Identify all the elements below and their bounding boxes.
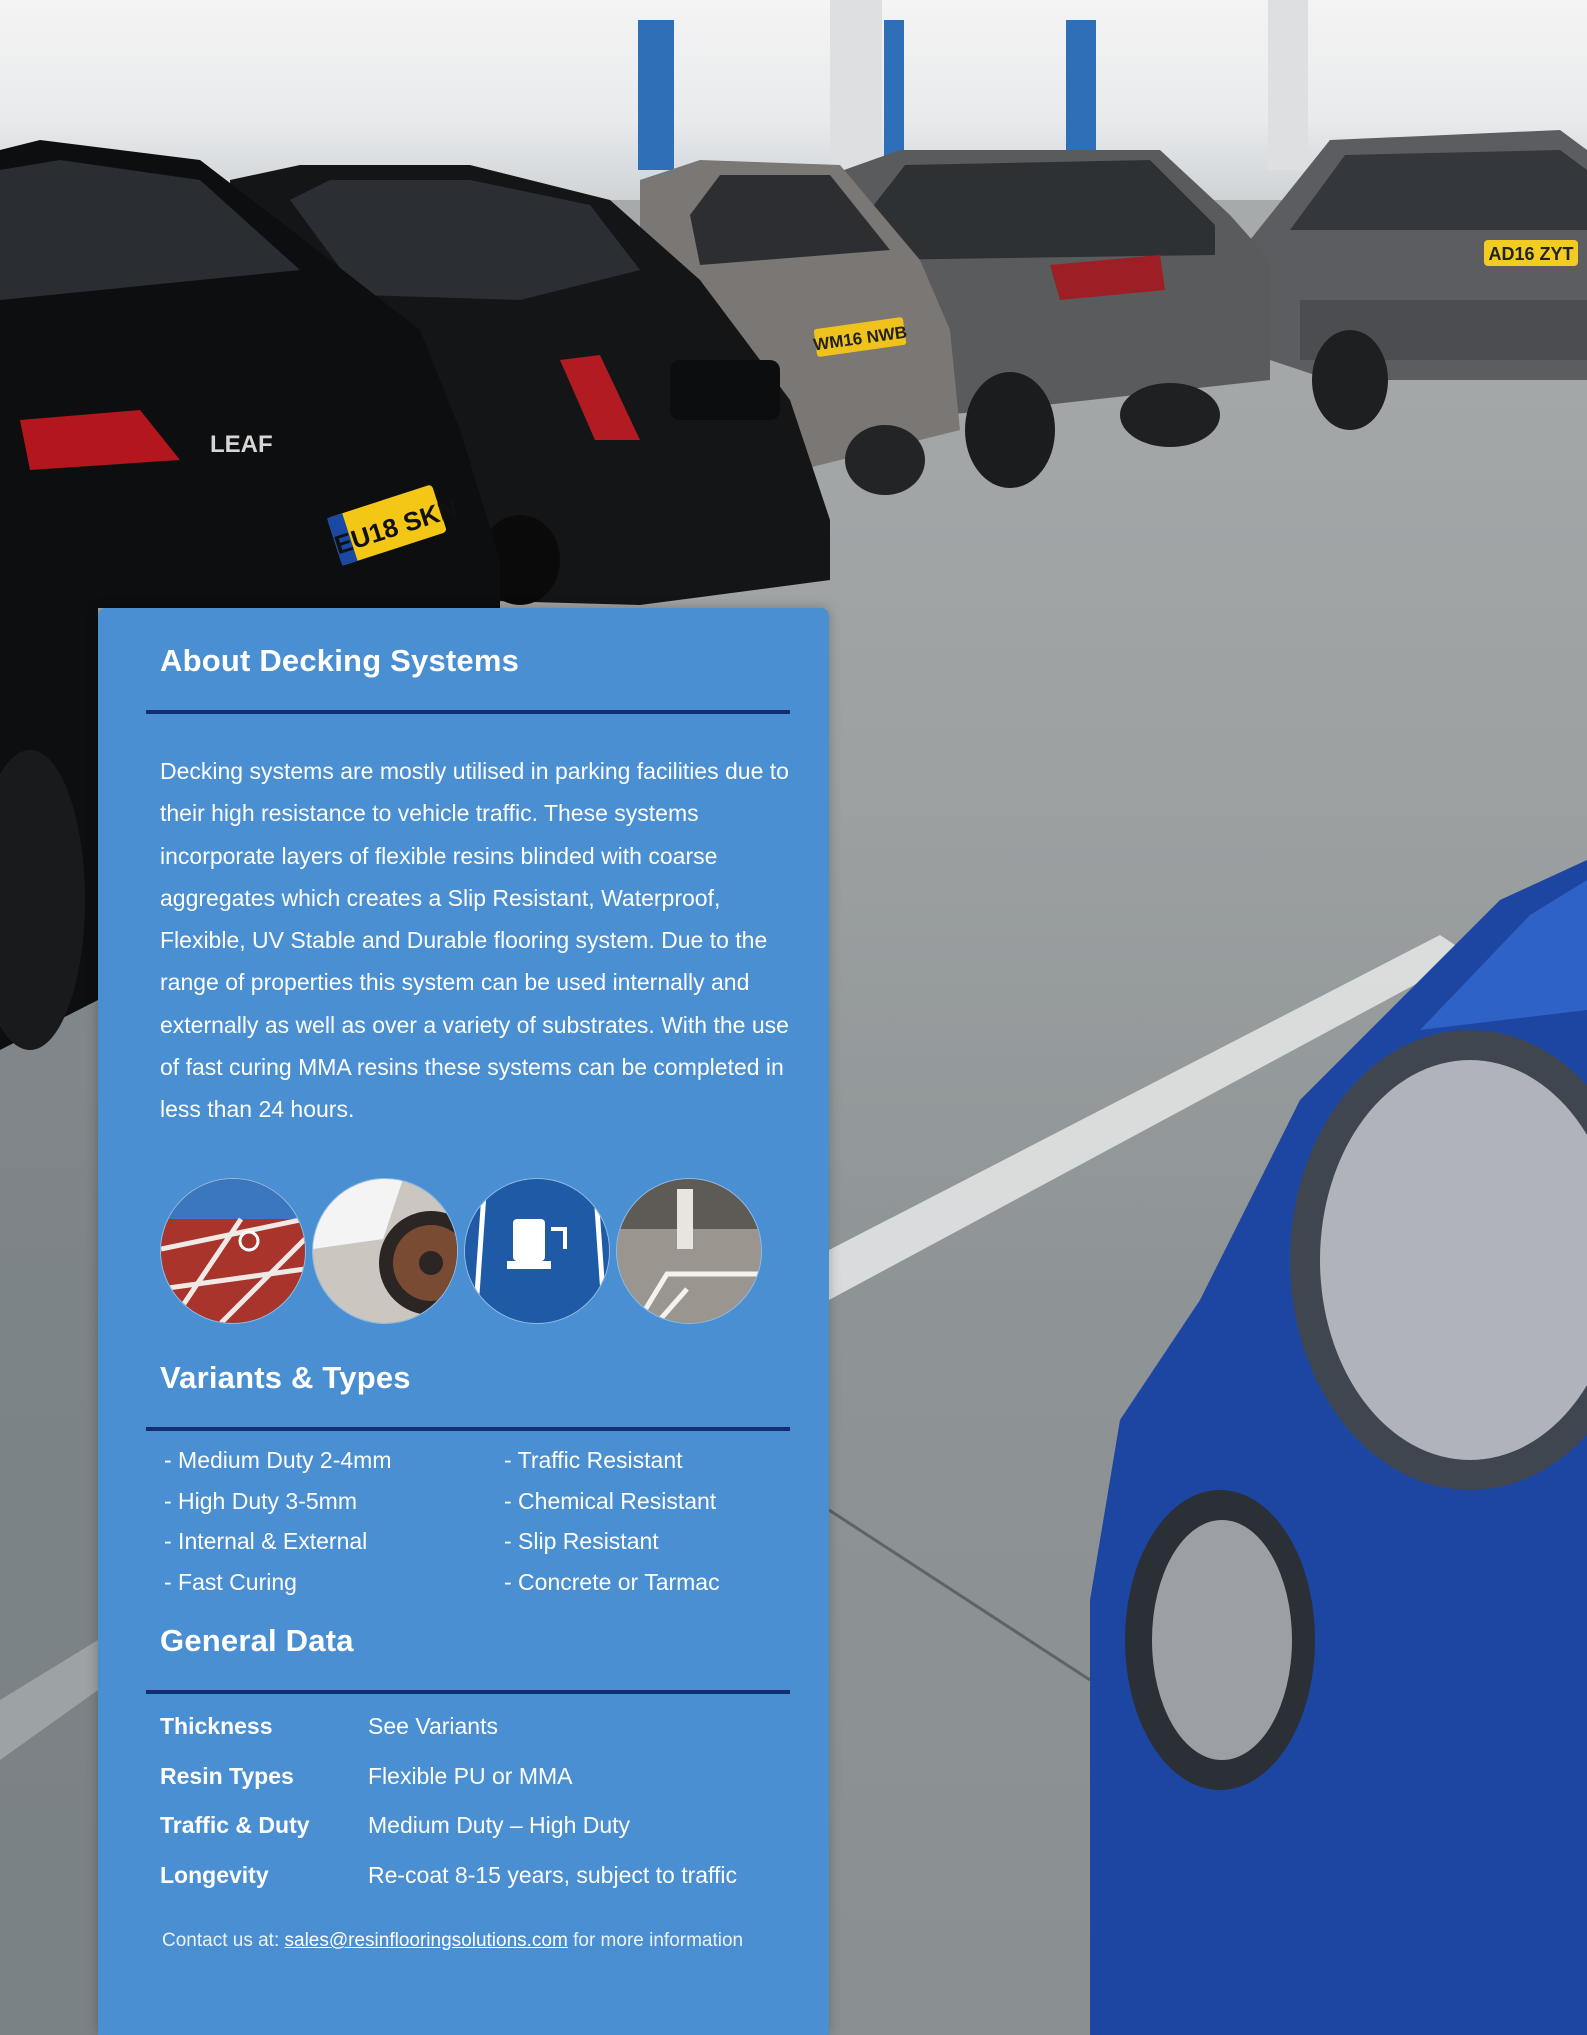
about-title: About Decking Systems [160,643,520,678]
thumb-disabled-bay [160,1178,306,1324]
thumb-ev-bay [464,1178,610,1324]
thumb-wheel [312,1178,458,1324]
table-row: Thickness See Variants [160,1702,790,1752]
car-wheel-icon [313,1179,457,1323]
thumbnail-row [160,1178,780,1324]
disabled-parking-icon [161,1179,305,1323]
section-divider [146,1427,790,1431]
contact-line: Contact us at: sales@resinflooringsoluti… [162,1926,802,1956]
contact-prefix: Contact us at: [162,1930,285,1951]
list-item: - Slip Resistant [504,1528,659,1554]
row-value: Re-coat 8-15 years, subject to traffic [368,1861,738,1888]
plate-text: AD16 ZYT [1488,244,1573,264]
row-value: Flexible PU or MMA [368,1762,573,1789]
table-row: Resin Types Flexible PU or MMA [160,1752,790,1802]
floor-shadow [0,1000,98,2035]
list-item: - Internal & External [164,1528,368,1554]
list-item: - Fast Curing [164,1568,297,1595]
variants-title: Variants & Types [160,1360,411,1395]
ev-charging-icon [465,1179,609,1323]
table-row: Traffic & Duty Medium Duty – High Duty [160,1801,790,1851]
list-item: - Traffic Resistant [504,1447,683,1473]
about-body: Decking systems are mostly utilised in p… [160,758,789,1123]
row-key: Thickness [160,1713,273,1739]
list-item: - Concrete or Tarmac [504,1568,720,1595]
variants-left-column: - Medium Duty 2-4mm - High Duty 3-5mm - … [164,1440,391,1602]
parking-bay-icon [617,1179,761,1323]
contact-email-link[interactable]: sales@resinflooringsolutions.com [285,1930,568,1951]
info-panel: About Decking Systems Decking systems ar… [98,608,829,2035]
row-key: Longevity [160,1861,269,1888]
variants-right-column: - Traffic Resistant - Chemical Resistant… [504,1440,720,1602]
row-key: Resin Types [160,1762,294,1789]
list-item: - Chemical Resistant [504,1487,717,1514]
list-item: - Medium Duty 2-4mm [164,1447,392,1473]
thumb-parking-bay [616,1178,762,1324]
row-key: Traffic & Duty [160,1812,310,1838]
floor-joint [828,1508,1091,1682]
general-data-table: Thickness See Variants Resin Types Flexi… [160,1702,790,1900]
general-data-title: General Data [160,1623,354,1658]
table-row: Longevity Re-coat 8-15 years, subject to… [160,1851,790,1901]
section-divider [146,1690,790,1694]
section-divider [146,710,790,714]
badge-text: LEAF [210,431,273,458]
row-value: See Variants [368,1713,498,1739]
list-item: - High Duty 3-5mm [164,1487,357,1514]
gray-suv-car: AD16 ZYT [1250,130,1587,430]
blue-car-front [1090,860,1587,2035]
contact-suffix: for more information [567,1930,744,1951]
row-value: Medium Duty – High Duty [368,1812,631,1838]
